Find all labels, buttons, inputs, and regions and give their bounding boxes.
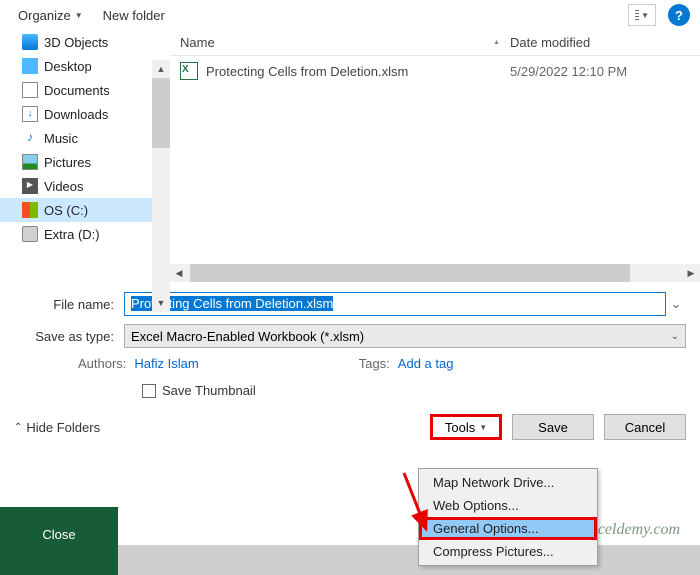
- sidebar-item-label: Pictures: [44, 155, 91, 170]
- music-icon: [22, 130, 38, 146]
- folder-tree: 3D Objects Desktop Documents Downloads M…: [0, 30, 152, 282]
- column-name-label: Name: [180, 35, 215, 50]
- sidebar-item-3d-objects[interactable]: 3D Objects: [0, 30, 152, 54]
- tools-menu: Map Network Drive... Web Options... Gene…: [418, 468, 598, 566]
- chevron-down-icon: ▼: [75, 11, 83, 20]
- file-list-header: Name ▲ Date modified: [170, 30, 700, 56]
- 3d-objects-icon: [22, 34, 38, 50]
- file-row-name-cell: Protecting Cells from Deletion.xlsm: [180, 62, 510, 80]
- scroll-down-icon[interactable]: ▼: [152, 294, 170, 312]
- new-folder-label: New folder: [103, 8, 165, 23]
- chevron-down-icon: ▼: [479, 423, 487, 432]
- main-area: 3D Objects Desktop Documents Downloads M…: [0, 30, 700, 282]
- dialog-footer: ⌃ Hide Folders Tools ▼ Save Cancel: [0, 404, 700, 450]
- sidebar-item-label: Desktop: [44, 59, 92, 74]
- scroll-left-icon[interactable]: ◀: [170, 264, 188, 282]
- drive-icon: [22, 202, 38, 218]
- sidebar-item-label: Documents: [44, 83, 110, 98]
- sidebar-item-music[interactable]: Music: [0, 126, 152, 150]
- menu-item-general-options[interactable]: General Options...: [419, 517, 597, 540]
- hide-folders-label: Hide Folders: [26, 420, 100, 435]
- sidebar-item-label: Extra (D:): [44, 227, 100, 242]
- desktop-icon: [22, 58, 38, 74]
- chevron-down-icon[interactable]: ⌄: [666, 296, 686, 312]
- menu-item-compress-pictures[interactable]: Compress Pictures...: [419, 540, 597, 563]
- videos-icon: [22, 178, 38, 194]
- sidebar-item-label: Downloads: [44, 107, 108, 122]
- excel-file-icon: [180, 62, 198, 80]
- file-list-hscrollbar[interactable]: ◀ ▶: [170, 264, 700, 282]
- save-button[interactable]: Save: [512, 414, 594, 440]
- file-date-text: 5/29/2022 12:10 PM: [510, 64, 627, 79]
- chevron-down-icon: ⌄: [671, 331, 679, 342]
- sidebar-scrollbar[interactable]: ▲ ▼: [152, 60, 170, 312]
- sidebar-item-label: OS (C:): [44, 203, 88, 218]
- sidebar-item-downloads[interactable]: Downloads: [0, 102, 152, 126]
- column-date-label: Date modified: [510, 35, 590, 50]
- documents-icon: [22, 82, 38, 98]
- file-row[interactable]: Protecting Cells from Deletion.xlsm 5/29…: [170, 56, 700, 86]
- organize-label: Organize: [18, 8, 71, 23]
- save-type-value: Excel Macro-Enabled Workbook (*.xlsm): [131, 329, 364, 344]
- save-type-label: Save as type:: [14, 329, 124, 344]
- tools-button[interactable]: Tools ▼: [430, 414, 502, 440]
- sidebar-item-label: 3D Objects: [44, 35, 108, 50]
- menu-item-map-network-drive[interactable]: Map Network Drive...: [419, 471, 597, 494]
- file-name-input[interactable]: Protecting Cells from Deletion.xlsm: [124, 292, 666, 316]
- watermark-text: exceldemy.com: [584, 521, 680, 539]
- save-thumbnail-label: Save Thumbnail: [162, 383, 256, 398]
- sidebar-item-extra-d[interactable]: Extra (D:): [0, 222, 152, 246]
- file-row-date-cell: 5/29/2022 12:10 PM: [510, 64, 690, 79]
- file-name-label: File name:: [14, 297, 124, 312]
- help-icon: ?: [675, 8, 683, 23]
- chevron-down-icon: ▼: [641, 11, 649, 20]
- save-type-select[interactable]: Excel Macro-Enabled Workbook (*.xlsm) ⌄: [124, 324, 686, 348]
- downloads-icon: [22, 106, 38, 122]
- tags-label: Tags:: [359, 356, 390, 371]
- authors-label: Authors:: [78, 356, 126, 371]
- scroll-thumb[interactable]: [152, 78, 170, 148]
- cancel-button[interactable]: Cancel: [604, 414, 686, 440]
- sort-asc-icon: ▲: [493, 39, 500, 46]
- file-name-row: File name: Protecting Cells from Deletio…: [14, 292, 686, 316]
- sidebar-item-os-c[interactable]: OS (C:): [0, 198, 152, 222]
- chevron-up-icon: ⌃: [14, 422, 22, 433]
- scroll-up-icon[interactable]: ▲: [152, 60, 170, 78]
- authors-value[interactable]: Hafiz Islam: [134, 356, 198, 371]
- tags-value[interactable]: Add a tag: [398, 356, 454, 371]
- hscroll-thumb[interactable]: [190, 264, 630, 282]
- list-view-icon: [635, 10, 639, 20]
- file-list-pane: Name ▲ Date modified Protecting Cells fr…: [170, 30, 700, 282]
- scroll-right-icon[interactable]: ▶: [682, 264, 700, 282]
- column-header-date[interactable]: Date modified: [510, 35, 690, 50]
- save-form: File name: Protecting Cells from Deletio…: [0, 282, 700, 404]
- sidebar-item-label: Music: [44, 131, 78, 146]
- dialog-toolbar: Organize ▼ New folder ▼ ?: [0, 0, 700, 30]
- sidebar-item-desktop[interactable]: Desktop: [0, 54, 152, 78]
- close-label: Close: [42, 527, 75, 542]
- sidebar-item-pictures[interactable]: Pictures: [0, 150, 152, 174]
- organize-button[interactable]: Organize ▼: [10, 4, 91, 27]
- tools-label: Tools: [445, 420, 475, 435]
- save-type-row: Save as type: Excel Macro-Enabled Workbo…: [14, 324, 686, 348]
- sidebar-item-documents[interactable]: Documents: [0, 78, 152, 102]
- save-thumbnail-row: Save Thumbnail: [14, 383, 686, 398]
- file-name-text: Protecting Cells from Deletion.xlsm: [206, 64, 408, 79]
- save-thumbnail-checkbox[interactable]: [142, 384, 156, 398]
- new-folder-button[interactable]: New folder: [95, 4, 173, 27]
- metadata-row: Authors: Hafiz Islam Tags: Add a tag: [14, 356, 686, 371]
- column-header-name[interactable]: Name ▲: [180, 35, 510, 50]
- help-button[interactable]: ?: [668, 4, 690, 26]
- close-panel[interactable]: Close: [0, 507, 118, 575]
- sidebar-item-label: Videos: [44, 179, 84, 194]
- background-strip: [118, 545, 700, 575]
- pictures-icon: [22, 154, 38, 170]
- drive-icon: [22, 226, 38, 242]
- sidebar-item-videos[interactable]: Videos: [0, 174, 152, 198]
- view-options-button[interactable]: ▼: [628, 4, 656, 26]
- menu-item-web-options[interactable]: Web Options...: [419, 494, 597, 517]
- hide-folders-button[interactable]: ⌃ Hide Folders: [14, 420, 100, 435]
